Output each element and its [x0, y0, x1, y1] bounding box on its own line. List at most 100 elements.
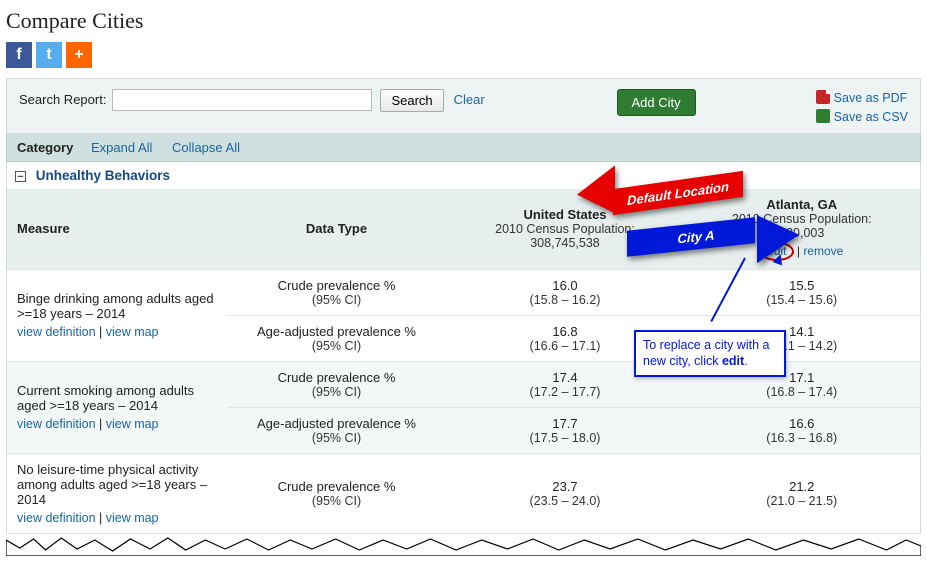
value: 21.2 [694, 479, 911, 494]
excel-icon [816, 109, 830, 123]
social-share-row: f t + [6, 42, 921, 68]
search-button[interactable]: Search [380, 89, 443, 112]
edit-city-link[interactable]: edit [767, 244, 786, 258]
confidence-interval: (16.6 – 17.1) [457, 339, 674, 353]
confidence-interval: (21.0 – 21.5) [694, 494, 911, 508]
measure-name: Binge drinking among adults aged >=18 ye… [17, 291, 217, 321]
confidence-interval: (15.8 – 16.2) [457, 293, 674, 307]
location-header-1: Atlanta, GA 2010 Census Population: 420,… [684, 189, 921, 270]
measure-name: Current smoking among adults aged >=18 y… [17, 383, 217, 413]
value-cell: 21.2(21.0 – 21.5) [684, 453, 921, 533]
section-header: − Unhealthy Behaviors [6, 162, 921, 189]
data-type-sublabel: (95% CI) [237, 385, 437, 399]
data-type-cell: Crude prevalence %(95% CI) [227, 453, 447, 533]
value-cell: 14.1(14.1 – 14.2) [684, 315, 921, 361]
data-type-sublabel: (95% CI) [237, 431, 437, 445]
value-cell: 17.1(16.8 – 17.4) [684, 361, 921, 407]
torn-edge-decoration [6, 534, 921, 556]
measure-links: view definition | view map [17, 417, 217, 431]
data-type-sublabel: (95% CI) [237, 494, 437, 508]
population-label: 2010 Census Population: [694, 212, 911, 226]
twitter-share-button[interactable]: t [36, 42, 62, 68]
population-value: 420,003 [694, 226, 911, 240]
data-type-label: Crude prevalence % [237, 479, 437, 494]
category-bar: Category Expand All Collapse All [6, 134, 921, 162]
table-row: No leisure-time physical activity among … [7, 453, 921, 533]
clear-link[interactable]: Clear [454, 89, 485, 107]
save-options: Save as PDF Save as CSV [816, 89, 908, 127]
measure-links: view definition | view map [17, 511, 217, 525]
view-definition-link[interactable]: view definition [17, 511, 96, 525]
confidence-interval: (17.5 – 18.0) [457, 431, 674, 445]
twitter-icon: t [46, 46, 51, 64]
search-label: Search Report: [19, 89, 106, 107]
remove-city-link[interactable]: remove [803, 244, 843, 258]
search-input[interactable] [112, 89, 372, 111]
plus-icon: + [74, 46, 83, 64]
data-type-label: Age-adjusted prevalence % [237, 416, 437, 431]
confidence-interval: (16.8 – 17.4) [694, 385, 911, 399]
collapse-all-link[interactable]: Collapse All [172, 140, 240, 155]
data-type-cell: Crude prevalence %(95% CI) [227, 361, 447, 407]
measure-links: view definition | view map [17, 325, 217, 339]
col-datatype-header: Data Type [227, 189, 447, 270]
confidence-interval: (16.3 – 16.8) [694, 431, 911, 445]
population-value: 308,745,538 [457, 236, 674, 250]
view-map-link[interactable]: view map [106, 325, 159, 339]
value: 16.0 [457, 278, 674, 293]
measure-cell: No leisure-time physical activity among … [7, 453, 227, 533]
link-separator: | [96, 325, 106, 339]
data-type-sublabel: (95% CI) [237, 339, 437, 353]
facebook-icon: f [16, 46, 21, 64]
value: 14.1 [694, 324, 911, 339]
confidence-interval: (17.2 – 17.7) [457, 385, 674, 399]
value: 15.5 [694, 278, 911, 293]
table-row: Binge drinking among adults aged >=18 ye… [7, 269, 921, 315]
view-map-link[interactable]: view map [106, 417, 159, 431]
save-as-csv-link[interactable]: Save as CSV [834, 110, 908, 124]
data-type-cell: Age-adjusted prevalence %(95% CI) [227, 407, 447, 453]
value-cell: 16.8(16.6 – 17.1) [447, 315, 684, 361]
value: 16.6 [694, 416, 911, 431]
value-cell: 17.4(17.2 – 17.7) [447, 361, 684, 407]
measure-cell: Binge drinking among adults aged >=18 ye… [7, 269, 227, 361]
comparison-table: Measure Data Type United States 2010 Cen… [6, 189, 921, 534]
population-label: 2010 Census Population: [457, 222, 674, 236]
value: 17.4 [457, 370, 674, 385]
data-type-sublabel: (95% CI) [237, 293, 437, 307]
location-header-0: United States 2010 Census Population: 30… [447, 189, 684, 270]
view-map-link[interactable]: view map [106, 511, 159, 525]
facebook-share-button[interactable]: f [6, 42, 32, 68]
data-type-label: Age-adjusted prevalence % [237, 324, 437, 339]
confidence-interval: (23.5 – 24.0) [457, 494, 674, 508]
confidence-interval: (14.1 – 14.2) [694, 339, 911, 353]
add-city-button[interactable]: Add City [617, 89, 696, 116]
measure-name: No leisure-time physical activity among … [17, 462, 217, 507]
value: 23.7 [457, 479, 674, 494]
save-as-pdf-link[interactable]: Save as PDF [834, 91, 908, 105]
value-cell: 23.7(23.5 – 24.0) [447, 453, 684, 533]
value-cell: 16.6(16.3 – 16.8) [684, 407, 921, 453]
data-type-cell: Crude prevalence %(95% CI) [227, 269, 447, 315]
link-separator: | [96, 417, 106, 431]
link-separator: | [96, 511, 106, 525]
action-separator: | [794, 244, 804, 258]
collapse-toggle-icon[interactable]: − [15, 171, 26, 182]
location-name: United States [457, 207, 674, 222]
addthis-share-button[interactable]: + [66, 42, 92, 68]
confidence-interval: (15.4 – 15.6) [694, 293, 911, 307]
section-title[interactable]: Unhealthy Behaviors [36, 168, 170, 183]
col-measure-header: Measure [7, 189, 227, 270]
table-header-row: Measure Data Type United States 2010 Cen… [7, 189, 921, 270]
expand-all-link[interactable]: Expand All [91, 140, 152, 155]
location-name: Atlanta, GA [694, 197, 911, 212]
data-type-label: Crude prevalence % [237, 370, 437, 385]
pdf-icon [816, 90, 830, 104]
measure-cell: Current smoking among adults aged >=18 y… [7, 361, 227, 453]
view-definition-link[interactable]: view definition [17, 417, 96, 431]
table-row: Current smoking among adults aged >=18 y… [7, 361, 921, 407]
view-definition-link[interactable]: view definition [17, 325, 96, 339]
value-cell: 16.0(15.8 – 16.2) [447, 269, 684, 315]
value: 17.1 [694, 370, 911, 385]
page-title: Compare Cities [6, 8, 921, 34]
